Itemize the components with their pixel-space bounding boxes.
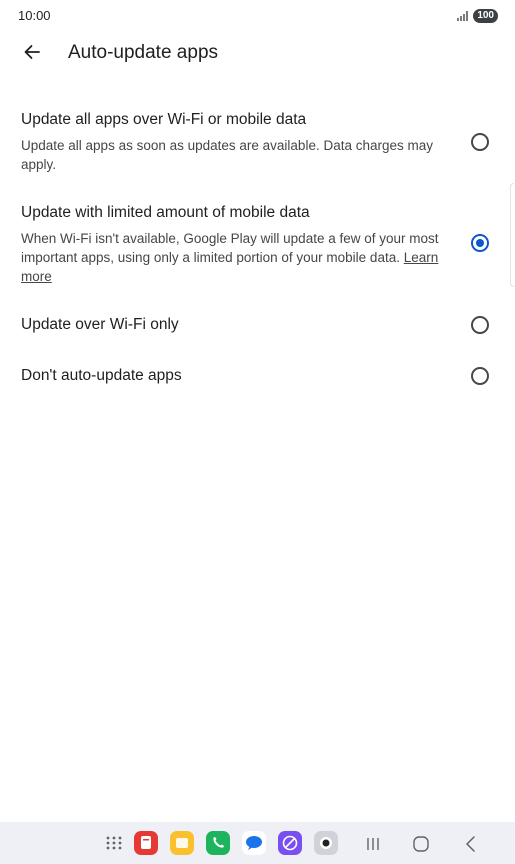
internet-icon[interactable] xyxy=(278,831,302,855)
app-notes-icon[interactable] xyxy=(170,831,194,855)
nav-back-button[interactable] xyxy=(460,833,482,855)
signal-icon xyxy=(457,11,469,21)
status-time: 10:00 xyxy=(18,8,51,23)
back-button[interactable] xyxy=(14,34,50,70)
camera-icon[interactable] xyxy=(314,831,338,855)
recent-apps-button[interactable] xyxy=(362,833,384,855)
radio-wifi-only[interactable] xyxy=(471,316,489,334)
option-wifi-only[interactable]: Update over Wi-Fi only xyxy=(0,304,515,346)
home-icon xyxy=(413,836,429,852)
option-description: When Wi-Fi isn't available, Google Play … xyxy=(21,229,441,286)
phone-icon[interactable] xyxy=(206,831,230,855)
app-drawer-icon[interactable] xyxy=(102,831,126,855)
navigation-bar xyxy=(0,822,515,864)
option-title: Update over Wi-Fi only xyxy=(21,316,179,333)
option-dont-auto-update[interactable]: Don't auto-update apps xyxy=(0,356,515,398)
status-icons: 100 xyxy=(457,8,498,24)
option-title: Update all apps over Wi-Fi or mobile dat… xyxy=(21,111,307,128)
option-description-text: When Wi-Fi isn't available, Google Play … xyxy=(21,231,439,265)
option-description: Update all apps as soon as updates are a… xyxy=(21,138,434,172)
radio-limited-mobile-data[interactable] xyxy=(471,234,489,252)
option-title: Update with limited amount of mobile dat… xyxy=(21,204,310,221)
messages-icon[interactable] xyxy=(242,831,266,855)
edge-panel-handle[interactable] xyxy=(510,183,514,287)
battery-indicator: 100 xyxy=(473,9,498,23)
app-red-icon[interactable] xyxy=(134,831,158,855)
option-limited-mobile-data[interactable]: Update with limited amount of mobile dat… xyxy=(0,196,515,292)
page-title: Auto-update apps xyxy=(68,42,219,63)
recents-icon xyxy=(367,838,379,850)
arrow-back-icon xyxy=(24,45,40,59)
option-title: Don't auto-update apps xyxy=(21,367,182,384)
home-button[interactable] xyxy=(410,833,432,855)
radio-update-all-apps[interactable] xyxy=(471,133,489,151)
app-bar: Auto-update apps xyxy=(0,30,515,78)
chevron-left-icon xyxy=(466,836,475,852)
radio-dont-auto-update[interactable] xyxy=(471,367,489,385)
option-update-all-apps[interactable]: Update all apps over Wi-Fi or mobile dat… xyxy=(0,104,515,184)
status-bar: 10:00 100 xyxy=(0,0,515,30)
